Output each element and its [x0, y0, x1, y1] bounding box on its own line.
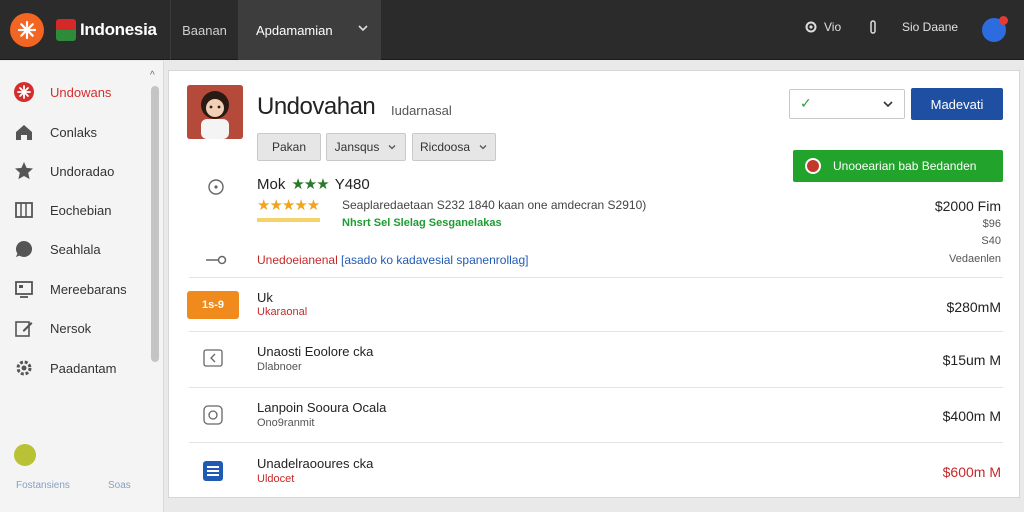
status-red-text: Unedoeianenal: [257, 253, 338, 267]
nav-item-2-dropdown[interactable]: Apdamamian: [238, 0, 381, 60]
circle-icon[interactable]: [187, 401, 239, 429]
nav-item-1[interactable]: Baanan: [170, 0, 238, 60]
side-note: Vedaenlen: [949, 253, 1001, 265]
tag-badge-icon: 1s-9: [187, 291, 239, 319]
main-card: Undovahan Iudarnasal Pakan Jansqus Ricdo…: [168, 70, 1020, 498]
page-subtitle: Iudarnasal: [391, 103, 452, 118]
sidebar-item-3[interactable]: Undoradao: [12, 156, 142, 186]
edit-icon: [12, 316, 36, 340]
listing-prefix: Mok: [257, 175, 286, 193]
filter-chip-1[interactable]: Pakan: [257, 133, 321, 161]
row-3-sub: Ono9ranmit: [257, 417, 315, 429]
filter-chip-3[interactable]: Ricdoosa: [412, 133, 496, 161]
row-4-title[interactable]: Unadelraooures cka: [257, 456, 373, 471]
sidebar-item-7[interactable]: Nersok: [12, 313, 142, 343]
listing-price: $2000 Fim: [934, 198, 1001, 214]
nav-item-2-label: Apdamamian: [256, 22, 333, 38]
detail-link[interactable]: [asado ko kadavesial spanenrollag]: [341, 253, 528, 267]
filter-chip-2-label: Jansqus: [334, 140, 380, 154]
chevron-down-icon: [883, 101, 893, 108]
green-stars: ★★★: [291, 176, 329, 193]
sidebar-item-2[interactable]: Conlaks: [12, 117, 142, 147]
filter-chip-3-label: Ricdoosa: [419, 140, 471, 154]
primary-button[interactable]: Madevati: [911, 88, 1003, 120]
rating-stars: ★★★★★: [257, 197, 320, 214]
row-3-title[interactable]: Lanpoin Sooura Ocala: [257, 400, 386, 415]
grid-icon: [12, 198, 36, 222]
sidebar-item-label: Eochebian: [50, 202, 112, 218]
divider: [189, 442, 1003, 443]
top-bar: Indonesia Baanan Apdamamian Vio Sio Daan…: [0, 0, 1024, 60]
avatar: [187, 85, 243, 139]
sidebar-footer-right[interactable]: Soas: [108, 480, 131, 491]
row-2-sub: Dlabnoer: [257, 361, 302, 373]
key-icon: [206, 255, 227, 265]
chat-bubble-icon: [12, 237, 36, 261]
record-icon: [805, 158, 821, 174]
globe-icon[interactable]: [982, 16, 1008, 42]
divider: [189, 277, 1003, 278]
monitor-icon: [12, 277, 36, 301]
sidebar-item-label: Mereebarans: [50, 281, 127, 297]
chevron-down-icon: [388, 145, 396, 150]
rating-bar: [257, 218, 320, 222]
sidebar-item-label: Paadantam: [50, 360, 117, 376]
home-icon: [12, 120, 36, 144]
row-4-price: $600m M: [942, 464, 1001, 480]
brand-title: Indonesia: [80, 20, 157, 39]
green-action-label: Unooearian bab Bedanden: [833, 159, 977, 173]
chevron-down-icon: [479, 145, 487, 150]
sidebar-item-6[interactable]: Mereebarans: [12, 274, 142, 304]
document-icon[interactable]: [187, 457, 239, 485]
sidebar-item-label: Nersok: [50, 320, 92, 336]
scroll-up-icon[interactable]: ^: [150, 70, 155, 81]
logo-icon[interactable]: [10, 13, 44, 47]
sidebar-item-label: Undowans: [50, 84, 112, 100]
page-title: Undovahan: [257, 93, 376, 120]
back-arrow-icon[interactable]: [187, 344, 239, 372]
sidebar-item-1[interactable]: Undowans: [12, 77, 142, 107]
top-link-2[interactable]: Sio Daane: [902, 20, 958, 34]
chevron-down-icon: [358, 25, 368, 32]
row-3-price: $400m M: [942, 408, 1001, 424]
notification-dot: [999, 16, 1008, 25]
row-1-sub: Ukaraonal: [257, 306, 308, 318]
info-icon[interactable]: [868, 20, 878, 34]
row-2-title[interactable]: Unaosti Eoolore cka: [257, 344, 373, 359]
gear-icon: [805, 21, 817, 33]
filter-chip-2[interactable]: Jansqus: [326, 133, 406, 161]
sidebar-scrollbar[interactable]: [151, 86, 159, 362]
top-link-1-label: Vio: [824, 20, 842, 34]
divider: [189, 387, 1003, 388]
review-text: Seaplaredaetaan S232 1840 kaan one amdec…: [342, 198, 647, 212]
asterisk-icon: [12, 80, 36, 104]
listing-price-sub-2: S40: [981, 235, 1001, 247]
row-4-sub: Uldocet: [257, 473, 295, 485]
listing-code: Y480: [334, 175, 370, 193]
sidebar-item-label: Seahlala: [50, 241, 101, 257]
status-select[interactable]: ✓: [789, 89, 905, 119]
listing-heading: Mok ★★★ Y480: [257, 175, 370, 194]
row-2-price: $15um M: [942, 352, 1001, 368]
sidebar-item-8[interactable]: Paadantam: [12, 353, 142, 383]
divider: [189, 331, 1003, 332]
green-link[interactable]: Nhsrt Sel Slelag Sesganelakas: [342, 217, 502, 229]
sidebar-item-label: Undoradao: [50, 163, 115, 179]
star-icon: [12, 159, 36, 183]
sidebar-item-4[interactable]: Eochebian: [12, 195, 142, 225]
listing-price-sub-1: $96: [982, 218, 1001, 230]
sidebar-item-label: Conlaks: [50, 124, 97, 140]
gear-icon: [12, 356, 36, 380]
green-action-button[interactable]: Unooearian bab Bedanden: [793, 150, 1003, 182]
row-1-title[interactable]: Uk: [257, 290, 273, 305]
filter-chip-1-label: Pakan: [271, 140, 307, 154]
status-icon[interactable]: [14, 444, 36, 466]
check-icon: ✓: [800, 95, 812, 111]
sidebar-footer-left[interactable]: Fostansiens: [16, 480, 70, 491]
radio-icon[interactable]: [207, 178, 225, 196]
sidebar-item-5[interactable]: Seahlala: [12, 234, 142, 264]
row-1-price: $280mM: [946, 299, 1001, 315]
top-link-1[interactable]: Vio: [804, 20, 841, 34]
flag-icon: [56, 19, 76, 41]
